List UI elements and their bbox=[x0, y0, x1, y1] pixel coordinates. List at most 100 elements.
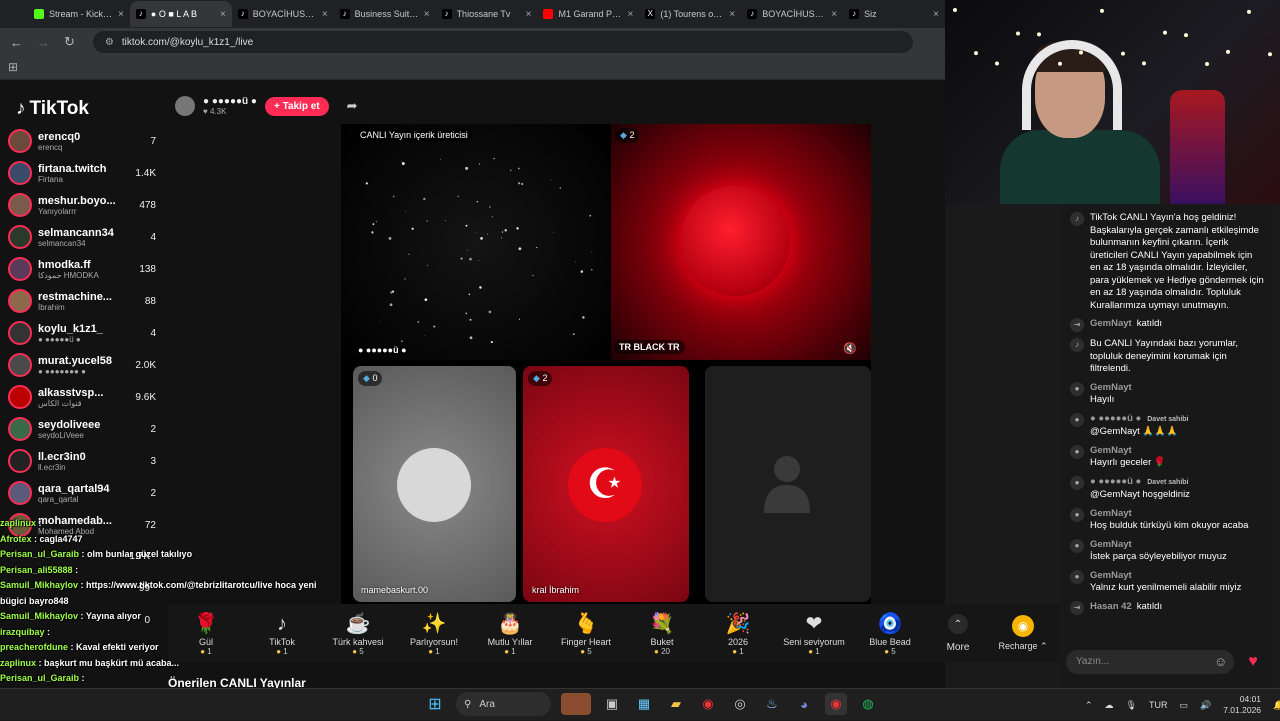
widgets-icon[interactable] bbox=[561, 693, 591, 715]
browser-tab[interactable]: ♪ ● O ■ L A B × bbox=[129, 1, 232, 27]
gift-item[interactable]: 🧿 Blue Bead ● 5 bbox=[852, 611, 928, 656]
discord-icon[interactable]: ◕ bbox=[793, 693, 815, 715]
chat-username[interactable]: GemNayt bbox=[1090, 508, 1132, 519]
follow-button[interactable]: + Takip et bbox=[264, 96, 329, 116]
viewer-count: 99 bbox=[138, 583, 150, 594]
reload-icon[interactable]: ↻ bbox=[64, 34, 75, 50]
like-heart-icon[interactable]: ♥ bbox=[1242, 651, 1264, 673]
close-tab-icon[interactable]: × bbox=[118, 9, 124, 20]
emoji-icon[interactable]: ☺ bbox=[1214, 654, 1227, 669]
channel-name: qara_qartal94 bbox=[38, 482, 110, 495]
channel-item[interactable]: ll.ecr3in0 ll.ecr3in 3 bbox=[8, 445, 156, 477]
gift-item[interactable]: ☕ Türk kahvesi ● 5 bbox=[320, 611, 396, 656]
close-tab-icon[interactable]: × bbox=[526, 9, 532, 20]
browser-tab[interactable]: ♪ Thiossane Tv × bbox=[436, 1, 538, 27]
channel-avatar[interactable] bbox=[8, 289, 32, 313]
back-icon[interactable]: ← bbox=[10, 35, 23, 50]
channel-avatar[interactable] bbox=[8, 481, 32, 505]
share-icon[interactable]: ➦ bbox=[347, 98, 358, 114]
file-explorer-icon[interactable]: ▰ bbox=[665, 693, 687, 715]
chat-username[interactable]: ● ●●●●●ü ● bbox=[1090, 413, 1141, 424]
channel-item[interactable]: qara_qartal94 qara_qartal 2 bbox=[8, 477, 156, 509]
channel-avatar[interactable] bbox=[8, 385, 32, 409]
language-indicator[interactable]: TUR bbox=[1149, 700, 1168, 710]
channel-item[interactable]: meshur.boyo... Yanıyolarrr 478 bbox=[8, 189, 156, 221]
gift-item[interactable]: 🎂 Mutlu Yıllar ● 1 bbox=[472, 611, 548, 656]
close-tab-icon[interactable]: × bbox=[831, 9, 837, 20]
channel-item[interactable]: restmachine... İbrahim 88 bbox=[8, 285, 156, 317]
apps-grid-icon[interactable]: ⊞ bbox=[8, 60, 18, 74]
more-gifts-button[interactable]: ⌃ More bbox=[928, 613, 988, 653]
tray-chevron-icon[interactable]: ⌃ bbox=[1085, 700, 1093, 711]
close-tab-icon[interactable]: × bbox=[322, 9, 328, 20]
close-tab-icon[interactable]: × bbox=[220, 9, 226, 20]
browser-tab[interactable]: ♪ BOYACİHUSO (@ × bbox=[232, 1, 334, 27]
host-avatar[interactable] bbox=[175, 96, 195, 116]
forward-icon[interactable]: → bbox=[37, 35, 50, 50]
chat-input[interactable]: Yazın... bbox=[1066, 650, 1234, 674]
gift-item[interactable]: 💐 Buket ● 20 bbox=[624, 611, 700, 656]
chat-username[interactable]: GemNayt bbox=[1090, 382, 1132, 393]
chat-username[interactable]: GemNayt bbox=[1090, 570, 1132, 581]
steam-icon[interactable]: ♨ bbox=[761, 693, 783, 715]
task-view-icon[interactable]: ▣ bbox=[601, 693, 623, 715]
browser-tab[interactable]: ♪ Siz × bbox=[843, 1, 945, 27]
host-name[interactable]: ● ●●●●●ü ● bbox=[203, 96, 257, 107]
browser-tab[interactable]: ▶ M1 Garand Ping × bbox=[537, 1, 639, 27]
chat-username[interactable]: ● ●●●●●ü ● bbox=[1090, 476, 1141, 487]
recharge-button[interactable]: ◉ Recharge ⌃ bbox=[988, 614, 1058, 652]
close-tab-icon[interactable]: × bbox=[933, 9, 939, 20]
channel-avatar[interactable] bbox=[8, 129, 32, 153]
chat-username[interactable]: GemNayt bbox=[1090, 539, 1132, 550]
close-tab-icon[interactable]: × bbox=[628, 9, 634, 20]
close-tab-icon[interactable]: × bbox=[424, 9, 430, 20]
channel-avatar[interactable] bbox=[8, 353, 32, 377]
channel-item[interactable]: murat.yucel58 ● ●●●●●●● ● 2.0K bbox=[8, 349, 156, 381]
channel-avatar[interactable] bbox=[8, 257, 32, 281]
channel-avatar[interactable] bbox=[8, 161, 32, 185]
windows-start-icon[interactable]: ⊞ bbox=[424, 693, 446, 715]
channel-avatar[interactable] bbox=[8, 225, 32, 249]
gift-item[interactable]: 🫰 Finger Heart ● 5 bbox=[548, 611, 624, 656]
channel-avatar[interactable] bbox=[8, 321, 32, 345]
obs-icon[interactable]: ◎ bbox=[729, 693, 751, 715]
browser-tab[interactable]: X (1) Tourens on X: × bbox=[639, 1, 741, 27]
channel-item[interactable]: firtana.twitch Firtana 1.4K bbox=[8, 157, 156, 189]
browser-tab[interactable]: ♪ BOYACİHUSO (@ × bbox=[741, 1, 843, 27]
spotify-icon[interactable]: ◍ bbox=[857, 693, 879, 715]
channel-avatar[interactable] bbox=[8, 193, 32, 217]
gift-item[interactable]: ❤ Seni seviyorum ● 1 bbox=[776, 611, 852, 656]
gift-item[interactable]: ✨ Parlıyorsun! ● 1 bbox=[396, 611, 472, 656]
chat-username[interactable]: GemNayt bbox=[1090, 318, 1132, 329]
channel-avatar[interactable] bbox=[8, 417, 32, 441]
taskbar-search[interactable]: ⚲ Ara bbox=[456, 692, 551, 716]
close-tab-icon[interactable]: × bbox=[729, 9, 735, 20]
channel-item[interactable]: koylu_k1z1_ ● ●●●●●ü ● 4 bbox=[8, 317, 156, 349]
mic-icon[interactable]: 🎙 bbox=[1126, 700, 1137, 711]
channel-item[interactable]: erencq0 erencq 7 bbox=[8, 125, 156, 157]
finger-heart-icon: 🫰 bbox=[573, 612, 599, 635]
chrome-active-icon[interactable]: ◉ bbox=[825, 693, 847, 715]
notification-bell-icon[interactable]: 🔔 bbox=[1273, 700, 1280, 711]
channel-item[interactable]: alkasstvsp... قنوات الكأس 9.6K bbox=[8, 381, 156, 413]
clock[interactable]: 04:01 7.01.2026 bbox=[1223, 694, 1261, 716]
channel-item[interactable]: selmancann34 selmancan34 4 bbox=[8, 221, 156, 253]
tiktok-logo[interactable]: ♪ TikTok bbox=[16, 98, 89, 120]
mute-icon[interactable]: 🔇 bbox=[843, 342, 857, 355]
volume-icon[interactable]: 🔊 bbox=[1200, 700, 1211, 711]
onedrive-icon[interactable]: ☁ bbox=[1105, 700, 1114, 711]
store-icon[interactable]: ▦ bbox=[633, 693, 655, 715]
gift-item[interactable]: 🎉 2026 ● 1 bbox=[700, 611, 776, 656]
browser-tab[interactable]: K Stream - Kick Da: × bbox=[28, 1, 130, 27]
channel-avatar[interactable] bbox=[8, 449, 32, 473]
url-field[interactable]: ⚙ tiktok.com/@koylu_k1z1_/live bbox=[92, 31, 913, 53]
chat-username[interactable]: Hasan 42 bbox=[1090, 601, 1132, 612]
chat-username[interactable]: GemNayt bbox=[1090, 445, 1132, 456]
browser-tab[interactable]: ♪ Business Suite | Ti × bbox=[334, 1, 436, 27]
site-info-icon[interactable]: ⚙ bbox=[105, 37, 114, 48]
network-icon[interactable]: ▭ bbox=[1179, 700, 1188, 711]
channel-item[interactable]: seydoliveee seydoLiVeee 2 bbox=[8, 413, 156, 445]
chrome-icon[interactable]: ◉ bbox=[697, 693, 719, 715]
star bbox=[439, 158, 441, 160]
channel-item[interactable]: hmodka.ff حمودكا HMODKA 138 bbox=[8, 253, 156, 285]
